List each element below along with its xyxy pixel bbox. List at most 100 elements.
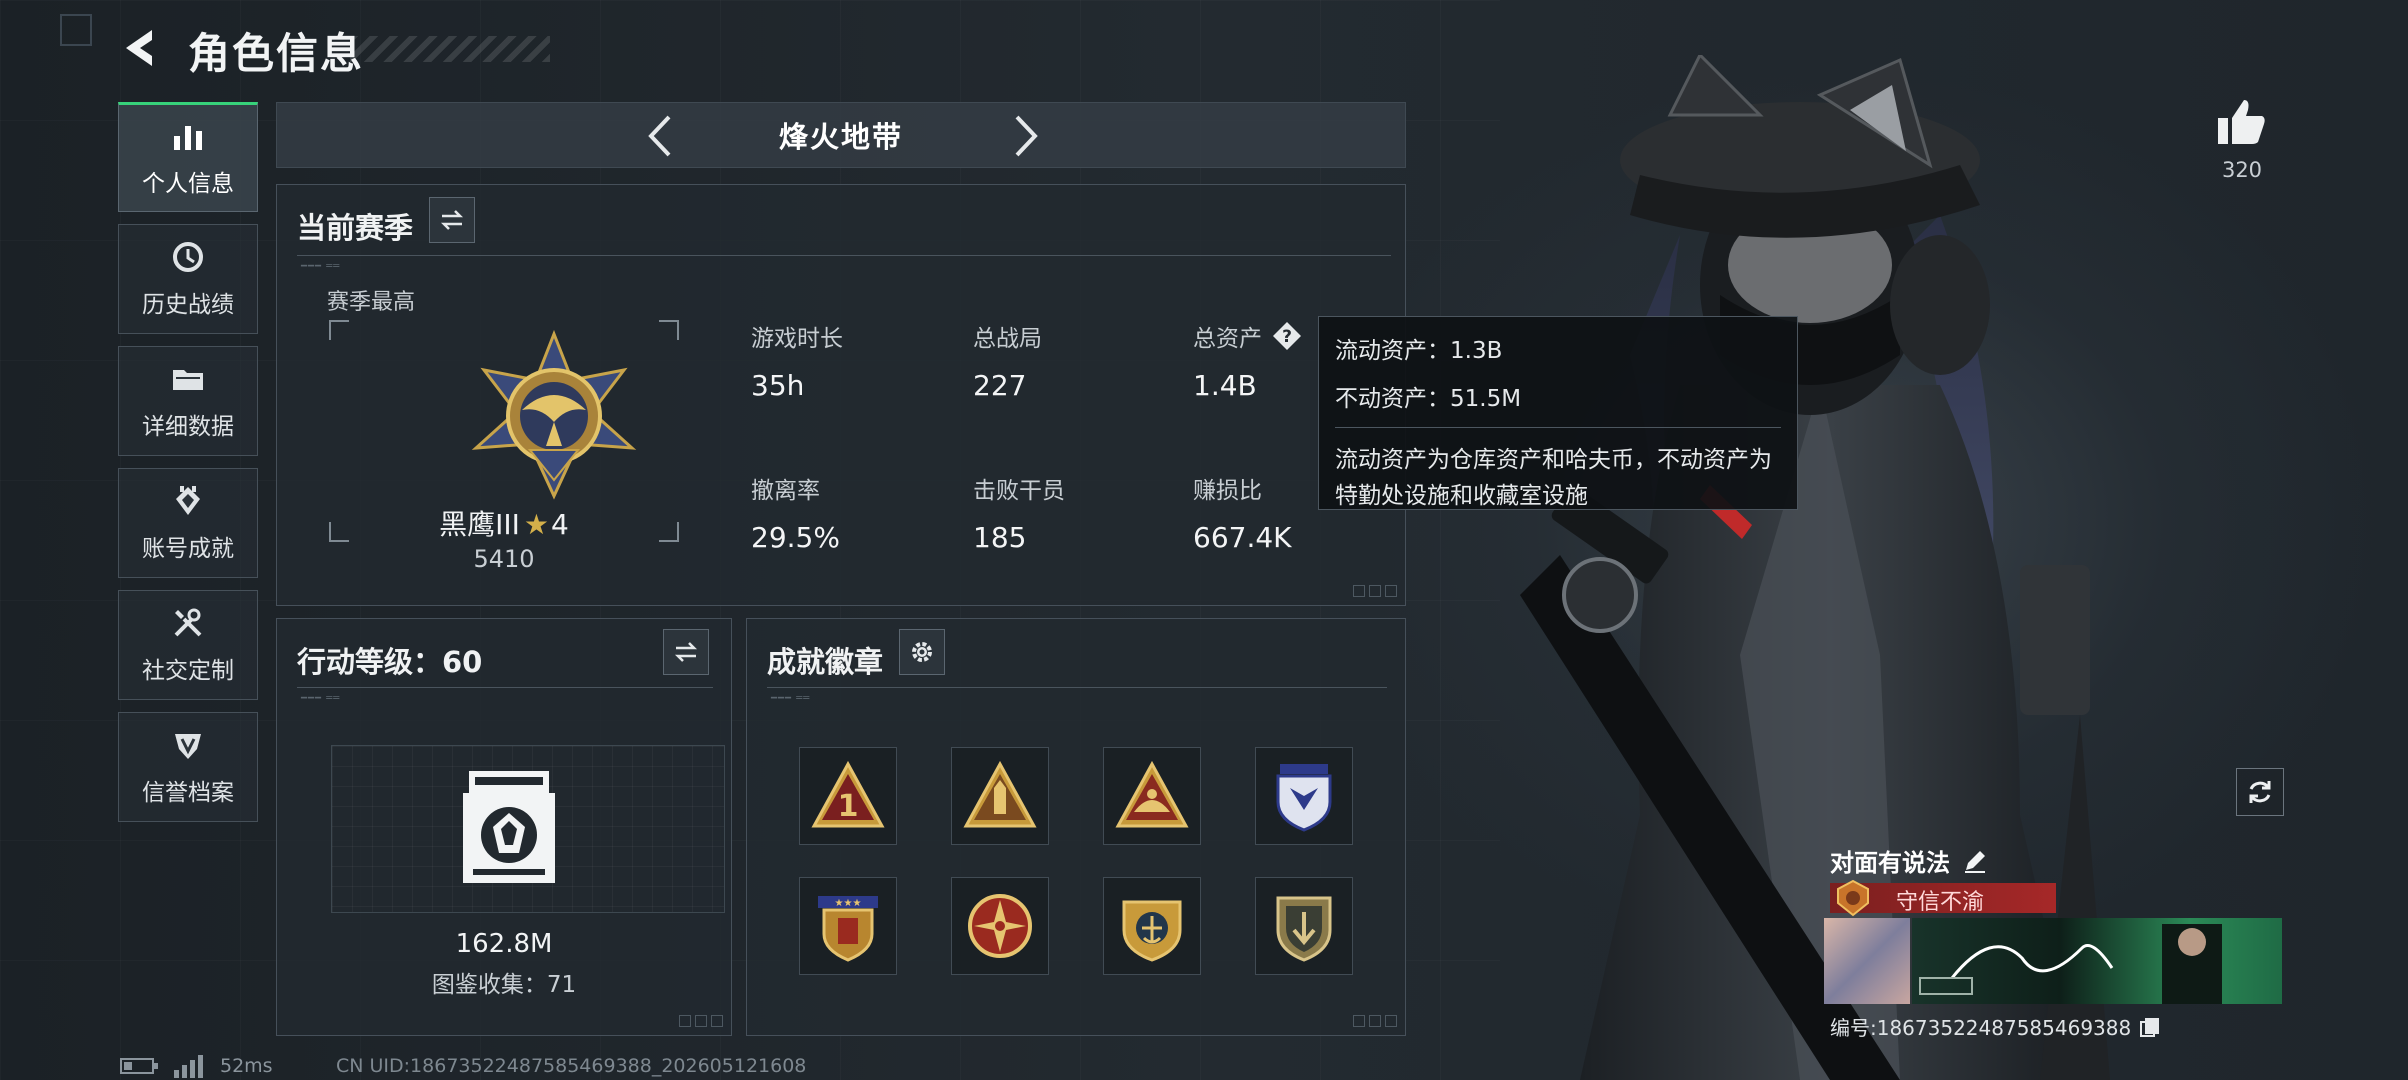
player-id-text: 编号:18673522487585469388 <box>1830 1016 2132 1040</box>
help-icon[interactable]: ? <box>1272 321 1302 351</box>
gear-icon <box>912 642 932 662</box>
rank-name: 黑鹰III ★4 <box>277 503 731 543</box>
folder-icon <box>173 370 203 390</box>
thumbs-up-icon[interactable] <box>2216 96 2268 148</box>
reputation-emblem-icon <box>1837 879 1869 917</box>
archive-vault-icon <box>463 771 555 883</box>
sidebar-item-reputation[interactable]: 信誉档案 <box>118 712 258 822</box>
sidebar-item-label: 信誉档案 <box>142 780 234 806</box>
corner-decoration <box>679 1015 723 1027</box>
collection-count: 图鉴收集：71 <box>431 972 577 998</box>
card-background-image[interactable] <box>1912 918 2282 1004</box>
swap-icon <box>674 642 698 662</box>
player-id: 编号:18673522487585469388 <box>1830 1012 2161 1041</box>
tooltip-fixed-assets: 不动资产：51.5M <box>1335 386 1522 412</box>
reputation-banner-text: 守信不渝 <box>1896 890 1985 915</box>
stat-label: 游戏时长 <box>751 326 843 352</box>
back-arrow-icon[interactable] <box>118 24 162 72</box>
card-avatar-image[interactable] <box>1824 918 1910 1004</box>
season-switch-button[interactable] <box>429 197 475 243</box>
badge-slot[interactable] <box>1103 877 1201 975</box>
like-count: 320 <box>2221 158 2263 182</box>
clock-history-icon <box>173 242 203 272</box>
season-title: 当前赛季 <box>297 211 414 245</box>
badge-slot[interactable] <box>1103 747 1201 845</box>
badge-slot[interactable] <box>1255 747 1353 845</box>
tools-icon <box>174 608 202 637</box>
uid-text: CN UID:18673522487585469388_202605121608 <box>336 1055 807 1077</box>
decor-text: ━━━ ══ <box>301 261 341 272</box>
refresh-button[interactable] <box>2236 768 2284 816</box>
action-level-panel: 行动等级：60 ━━━ ══ 162.8M 图鉴收集：71 <box>276 618 732 1036</box>
stat-label: 击败干员 <box>973 478 1065 504</box>
badge-ammo-triangle-icon <box>963 760 1037 828</box>
stat-kills: 击败干员 185 <box>973 471 1065 554</box>
social-card-title: 对面有说法 <box>1830 843 1988 878</box>
badge-slot[interactable]: ★★★ <box>799 877 897 975</box>
badge-slot[interactable] <box>951 747 1049 845</box>
rank-emblem-icon <box>471 330 637 500</box>
sidebar-item-label: 账号成就 <box>142 536 234 562</box>
stat-total-matches: 总战局 227 <box>973 319 1042 402</box>
card-title-text: 对面有说法 <box>1830 849 1950 877</box>
tooltip-divider <box>1335 427 1781 428</box>
bar-chart-icon <box>174 126 202 150</box>
sidebar-item-label: 历史战绩 <box>142 292 234 318</box>
page-title: 角色信息 <box>188 29 365 78</box>
sidebar-item-achievements[interactable]: 账号成就 <box>118 468 258 578</box>
divider <box>767 687 1387 688</box>
stat-label: 总资产 <box>1193 326 1262 352</box>
sidebar-item-label: 个人信息 <box>142 171 234 197</box>
ping-text: 52ms <box>220 1055 273 1077</box>
badge-star-shield-icon: ★★★ <box>818 896 878 962</box>
decor-text: ━━━ ══ <box>301 693 341 704</box>
tooltip-liquid-assets: 流动资产：1.3B <box>1335 338 1503 364</box>
mode-selector: 烽火地带 <box>276 102 1406 168</box>
season-panel: 当前赛季 ━━━ ══ 赛季最高 黑鹰III ★4 5410 游戏时长 35h 总… <box>276 184 1406 606</box>
refresh-icon <box>2249 781 2271 803</box>
stat-value: 1.4B <box>1193 369 1257 402</box>
badges-title: 成就徽章 <box>767 645 884 679</box>
chevron-right-icon[interactable] <box>999 111 1049 161</box>
rank-title: 黑鹰III <box>439 508 520 541</box>
copy-icon[interactable] <box>2139 1016 2161 1038</box>
level-switch-button[interactable] <box>663 629 709 675</box>
badge-settings-button[interactable] <box>899 629 945 675</box>
badge-slot[interactable] <box>951 877 1049 975</box>
badge-hand-triangle-icon <box>1115 760 1189 828</box>
edit-pencil-icon[interactable] <box>1962 848 1988 874</box>
signature-art <box>1919 924 2222 1004</box>
sidebar-item-social-custom[interactable]: 社交定制 <box>118 590 258 700</box>
stat-value: 667.4K <box>1193 521 1292 554</box>
rank-score: 5410 <box>473 545 535 573</box>
stat-play-time: 游戏时长 35h <box>751 319 843 402</box>
stat-value: 227 <box>973 369 1027 402</box>
battery-icon <box>120 1058 158 1074</box>
sidebar-item-personal-info[interactable]: 个人信息 <box>118 102 258 212</box>
svg-text:1: 1 <box>838 789 859 824</box>
sidebar-item-label: 社交定制 <box>142 658 234 684</box>
stat-label: 赚损比 <box>1193 478 1262 504</box>
stat-label: 撤离率 <box>751 478 820 504</box>
svg-text:?: ? <box>1282 327 1292 347</box>
signal-icon <box>174 1055 203 1078</box>
corner-decoration <box>60 14 92 46</box>
chevron-left-icon[interactable] <box>637 111 687 161</box>
badge-compass-icon <box>968 894 1032 958</box>
sidebar-item-history[interactable]: 历史战绩 <box>118 224 258 334</box>
stat-value: 29.5% <box>751 521 840 554</box>
rank-stars: 4 <box>551 508 569 541</box>
divider <box>297 255 1391 256</box>
sidebar-item-detailed-data[interactable]: 详细数据 <box>118 346 258 456</box>
badge-slot[interactable] <box>1255 877 1353 975</box>
stat-profit-ratio: 赚损比 667.4K <box>1193 471 1292 554</box>
tooltip-description: 流动资产为仓库资产和哈夫币，不动资产为特勤处设施和收藏室设施 <box>1335 447 1772 509</box>
reputation-shield-icon <box>175 734 201 759</box>
stat-value: 185 <box>973 521 1027 554</box>
star-icon: ★ <box>523 508 550 541</box>
badge-1-triangle-icon: 1 <box>811 760 885 828</box>
status-bar: 52ms <box>120 1054 273 1078</box>
svg-text:★★★: ★★★ <box>835 898 862 909</box>
badge-slot[interactable]: 1 <box>799 747 897 845</box>
badge-shield-blue-icon <box>1276 764 1332 832</box>
